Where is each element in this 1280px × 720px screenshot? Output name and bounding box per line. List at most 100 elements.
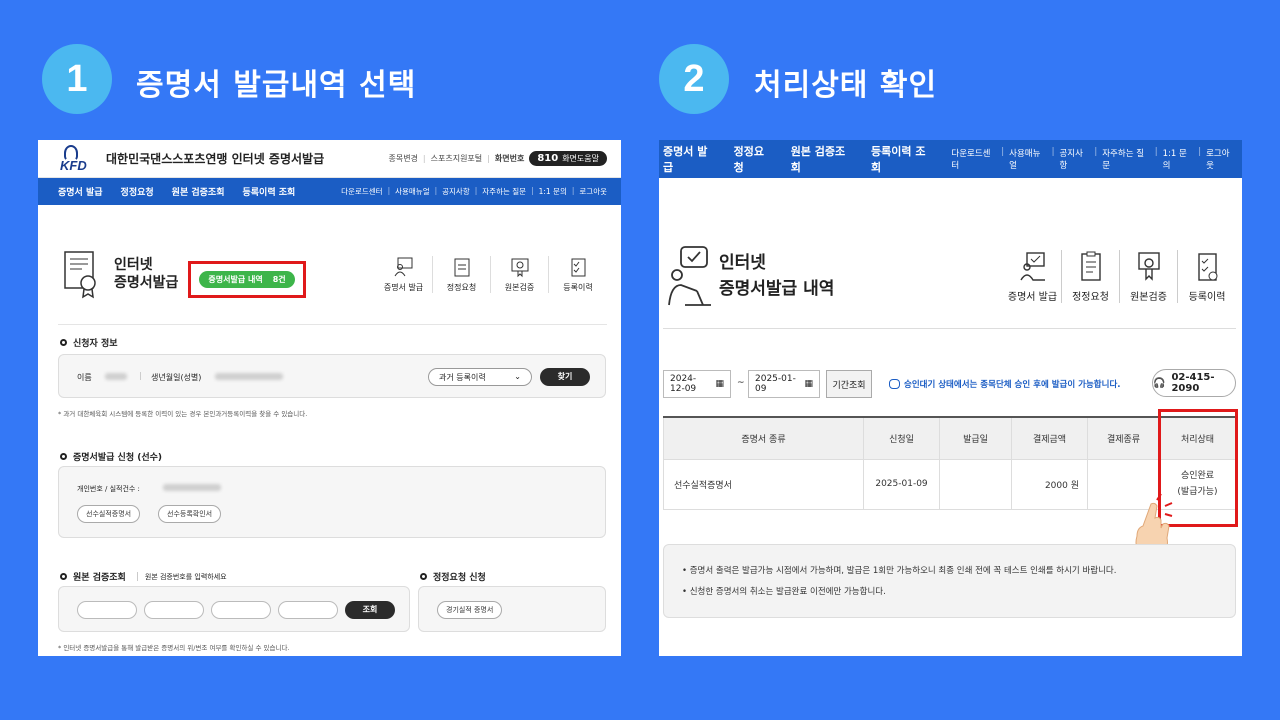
birth-label: 생년월일(성별)	[151, 373, 202, 382]
nav-manual[interactable]: 사용매뉴얼	[1009, 147, 1046, 171]
nav-correction[interactable]: 정정요청	[734, 143, 773, 175]
date-separator: ~	[737, 378, 745, 388]
right-quick-menu: 증명서 발급 정정요청 원본검증 등록이력	[1004, 249, 1236, 303]
verify-icon	[511, 258, 528, 277]
nav-notice[interactable]: 공지사항	[1059, 147, 1089, 171]
issue-history-badge[interactable]: 증명서발급 내역 8건	[199, 270, 295, 288]
correction-box: 경기실적 증명서	[418, 586, 606, 632]
quick-correction[interactable]: 정정요청	[1062, 249, 1120, 303]
nav-notice[interactable]: 공지사항	[442, 186, 470, 197]
left-main-nav: 증명서 발급 정정요청 원본 검증조회 등록이력 조회 다운로드센터 | 사용매뉴…	[38, 178, 621, 205]
phone-contact[interactable]: 🎧 02-415-2090	[1152, 369, 1236, 397]
highlight-frame-badge: 증명서발급 내역 8건	[188, 260, 306, 298]
top-link-screen-number: 화면번호	[494, 154, 525, 163]
quick-verify[interactable]: 원본검증	[1120, 249, 1178, 303]
verify-code-input-4[interactable]	[278, 601, 338, 619]
approval-info-note: 승인대기 상태에서는 종목단체 승인 후에 발급이 가능합니다.	[889, 378, 1121, 390]
nav-correction[interactable]: 정정요청	[121, 185, 154, 198]
player-registration-cert-button[interactable]: 선수등록확인서	[158, 505, 222, 523]
quick-issue[interactable]: 증명서 발급	[375, 255, 433, 293]
cell-issued-date	[939, 458, 1012, 510]
left-quick-menu: 증명서 발급 정정요청 원본검증 등록이력	[375, 255, 607, 293]
top-links: 종목변경 | 스포츠지원포털 | 화면번호 810 화면도움말	[388, 151, 607, 166]
kfd-logo: KFD	[58, 144, 98, 173]
nav-logout[interactable]: 로그아웃	[1206, 147, 1236, 171]
clipboard-icon	[1080, 251, 1101, 281]
date-to-field[interactable]: 2025-01-09 ▦	[748, 370, 820, 398]
chevron-down-icon: ⌄	[514, 372, 521, 381]
left-page-title: 인터넷 증명서발급	[114, 257, 179, 291]
right-page-title: 인터넷 증명서발급 내역	[719, 253, 835, 299]
quick-history[interactable]: 등록이력	[549, 256, 607, 293]
name-label: 이름	[77, 373, 92, 382]
history-select[interactable]: 과거 등록이력 ⌄	[428, 368, 532, 386]
top-link-sport-change[interactable]: 종목변경	[388, 153, 417, 164]
nav-verify[interactable]: 원본 검증조회	[791, 143, 853, 175]
id-label: 개인번호 / 실적건수 :	[77, 485, 140, 493]
quick-correction[interactable]: 정정요청	[433, 255, 491, 293]
left-screenshot-panel: KFD 대한민국댄스스포츠연맹 인터넷 증명서발급 종목변경 | 스포츠지원포털 |…	[38, 140, 621, 656]
verify-button[interactable]: 조회	[345, 601, 395, 619]
quick-verify[interactable]: 원본검증	[491, 255, 549, 293]
nav-issue[interactable]: 증명서 발급	[663, 143, 716, 175]
screen-help-button[interactable]: 810 화면도움말	[529, 151, 607, 166]
applicant-section-title: 신청자 정보	[60, 336, 118, 349]
match-record-cert-button[interactable]: 경기실적 증명서	[437, 601, 503, 619]
player-record-cert-button[interactable]: 선수실적증명서	[77, 505, 141, 523]
nav-history[interactable]: 등록이력 조회	[871, 143, 933, 175]
nav-faq[interactable]: 자주하는 질문	[482, 186, 526, 197]
notice-item: 증명서 출력은 발급가능 시점에서 가능하며, 발급은 1회만 가능하오니 최종…	[682, 561, 1217, 582]
quick-history[interactable]: 등록이력	[1178, 250, 1236, 303]
issue-icon	[1019, 251, 1045, 281]
verify-icon	[1137, 251, 1160, 281]
applicant-box: 이름 | 생년월일(성별) 과거 등록이력 ⌄ 찾기	[58, 354, 606, 398]
col-pay-type: 결제종류	[1087, 416, 1160, 460]
apply-box: 개인번호 / 실적건수 : 선수실적증명서 선수등록확인서	[58, 466, 606, 538]
birth-value-blurred	[215, 373, 283, 380]
table-header-row: 증명서 종류 신청일 발급일 결제금액 결제종류 처리상태	[663, 416, 1236, 460]
find-button[interactable]: 찾기	[540, 368, 590, 386]
nav-verify[interactable]: 원본 검증조회	[172, 185, 225, 198]
nav-download[interactable]: 다운로드센터	[341, 186, 382, 197]
checklist-icon	[1198, 252, 1218, 281]
headset-icon: 🎧	[1153, 377, 1166, 389]
step-1-title: 증명서 발급내역 선택	[136, 68, 417, 103]
verify-note: * 인터넷 증명서발급을 통해 발급받은 증명서의 위/변조 여부를 확인하실 …	[58, 644, 290, 652]
name-value-blurred	[105, 373, 127, 380]
cell-applied-date: 2025-01-09	[863, 458, 940, 510]
nav-logout[interactable]: 로그아웃	[579, 186, 607, 197]
issue-icon	[394, 257, 412, 276]
left-page-header: 인터넷 증명서발급 증명서발급 내역 8건 증명서 발급 정정요청 원본검증 등록이…	[62, 244, 607, 304]
step-2-title: 처리상태 확인	[754, 68, 938, 103]
period-search-button[interactable]: 기간조회	[826, 370, 872, 398]
nav-download[interactable]: 다운로드센터	[951, 147, 996, 171]
divider	[663, 328, 1236, 329]
quick-issue[interactable]: 증명서 발급	[1004, 249, 1062, 303]
nav-manual[interactable]: 사용매뉴얼	[395, 186, 430, 197]
verify-box: 조회	[58, 586, 410, 632]
date-from-field[interactable]: 2024-12-09 ▦	[663, 370, 731, 398]
col-amount: 결제금액	[1011, 416, 1088, 460]
right-main-nav: 증명서 발급 정정요청 원본 검증조회 등록이력 조회 다운로드센터 | 사용매뉴…	[659, 140, 1242, 178]
calendar-icon: ▦	[804, 379, 813, 389]
verify-hint: 원본 검증번호를 입력하세요	[144, 572, 227, 581]
nav-issue[interactable]: 증명서 발급	[58, 185, 103, 198]
verify-code-input-3[interactable]	[211, 601, 271, 619]
applicant-note: * 과거 대한체육회 시스템에 등록한 이력이 있는 경우 본인과거등록이력을 …	[58, 410, 308, 418]
nav-inquiry[interactable]: 1:1 문의	[539, 186, 567, 197]
verify-code-input-1[interactable]	[77, 601, 137, 619]
nav-faq[interactable]: 자주하는 질문	[1102, 147, 1149, 171]
nav-history[interactable]: 등록이력 조회	[243, 185, 296, 198]
notice-item: 신청한 증명서의 취소는 발급완료 이전에만 가능합니다.	[682, 582, 1217, 603]
top-link-sports-portal[interactable]: 스포츠지원포털	[431, 153, 483, 164]
nav-inquiry[interactable]: 1:1 문의	[1163, 147, 1194, 171]
id-value-blurred	[163, 484, 221, 491]
calendar-icon: ▦	[715, 379, 724, 389]
verify-section-title: 원본 검증조회 | 원본 검증번호를 입력하세요	[60, 570, 227, 583]
left-header-bar: KFD 대한민국댄스스포츠연맹 인터넷 증명서발급 종목변경 | 스포츠지원포털 |…	[38, 140, 621, 178]
verify-code-input-2[interactable]	[144, 601, 204, 619]
step-1-number: 1	[42, 44, 112, 114]
correction-section-title: 정정요청 신청	[420, 570, 486, 583]
clipboard-icon	[454, 258, 469, 276]
checklist-icon	[571, 258, 586, 276]
